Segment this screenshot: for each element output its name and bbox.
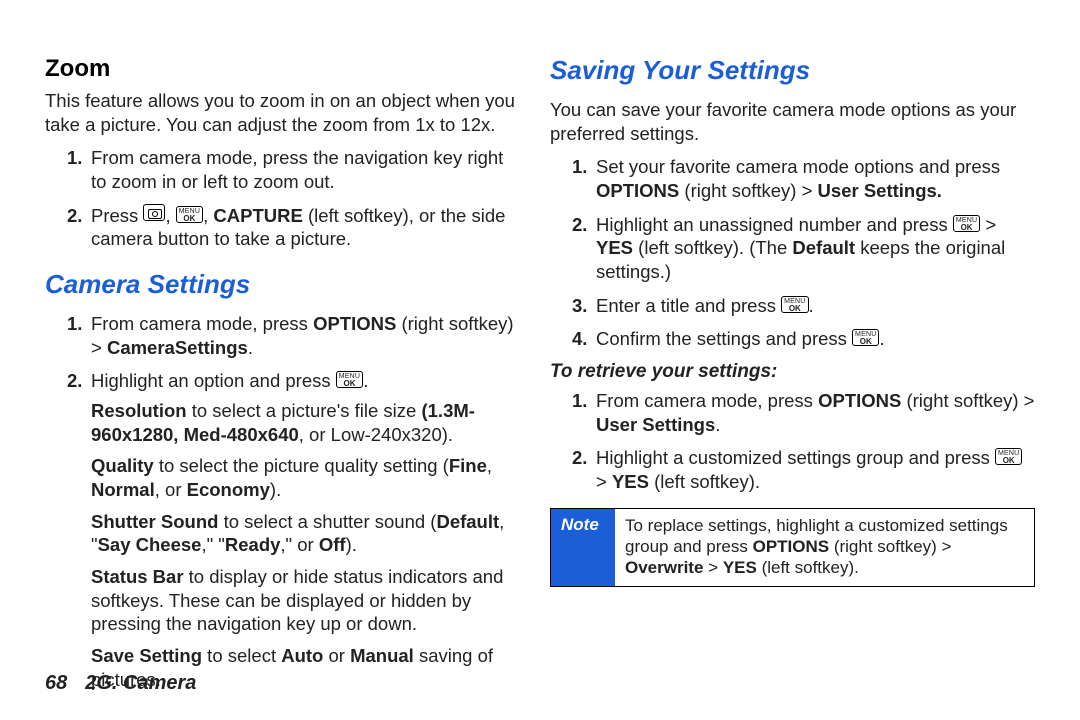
shutter-sound-option: Shutter Sound to select a shutter sound … [91,510,520,557]
save-step-2: Highlight an unassigned number and press… [550,213,1035,284]
menu-ok-key-icon: MENUOK [953,215,980,232]
menu-ok-key-icon: MENUOK [852,329,879,346]
menu-ok-key-icon: MENUOK [336,371,363,388]
saving-settings-heading: Saving Your Settings [550,55,1035,86]
left-column: Zoom This feature allows you to zoom in … [45,55,540,640]
menu-ok-key-icon: MENUOK [176,206,203,223]
camera-key-icon [143,204,165,221]
camera-settings-steps: From camera mode, press OPTIONS (right s… [45,312,520,691]
note-label: Note [551,509,615,587]
zoom-heading: Zoom [45,55,520,83]
zoom-intro: This feature allows you to zoom in on an… [45,89,520,136]
save-step-3: Enter a title and press MENUOK. [550,294,1035,318]
camset-step-2: Highlight an option and press MENUOK. Re… [45,369,520,691]
retrieve-subheading: To retrieve your settings: [550,361,1035,383]
camera-settings-heading: Camera Settings [45,269,520,300]
camset-step-1: From camera mode, press OPTIONS (right s… [45,312,520,359]
save-step-4: Confirm the settings and press MENUOK. [550,327,1035,351]
retrieve-steps: From camera mode, press OPTIONS (right s… [550,389,1035,494]
zoom-step-1: From camera mode, press the navigation k… [45,146,520,193]
chapter-title: 2G. Camera [85,672,196,694]
retrieve-step-2: Highlight a customized settings group an… [550,446,1035,493]
menu-ok-key-icon: MENUOK [781,296,808,313]
zoom-step-2: Press , MENUOK, CAPTURE (left softkey), … [45,204,520,251]
status-bar-option: Status Bar to display or hide status ind… [91,565,520,636]
retrieve-step-1: From camera mode, press OPTIONS (right s… [550,389,1035,436]
saving-intro: You can save your favorite camera mode o… [550,98,1035,145]
note-text: To replace settings, highlight a customi… [615,509,1034,587]
menu-ok-key-icon: MENUOK [995,448,1022,465]
manual-page: Zoom This feature allows you to zoom in … [0,0,1080,640]
note-box: Note To replace settings, highlight a cu… [550,508,1035,588]
zoom-steps: From camera mode, press the navigation k… [45,146,520,251]
page-number: 68 [45,672,67,694]
save-step-1: Set your favorite camera mode options an… [550,155,1035,202]
page-footer: 68 2G. Camera [45,672,196,695]
right-column: Saving Your Settings You can save your f… [540,55,1035,640]
quality-option: Quality to select the picture quality se… [91,454,520,501]
saving-steps: Set your favorite camera mode options an… [550,155,1035,351]
resolution-option: Resolution to select a picture's file si… [91,399,520,446]
